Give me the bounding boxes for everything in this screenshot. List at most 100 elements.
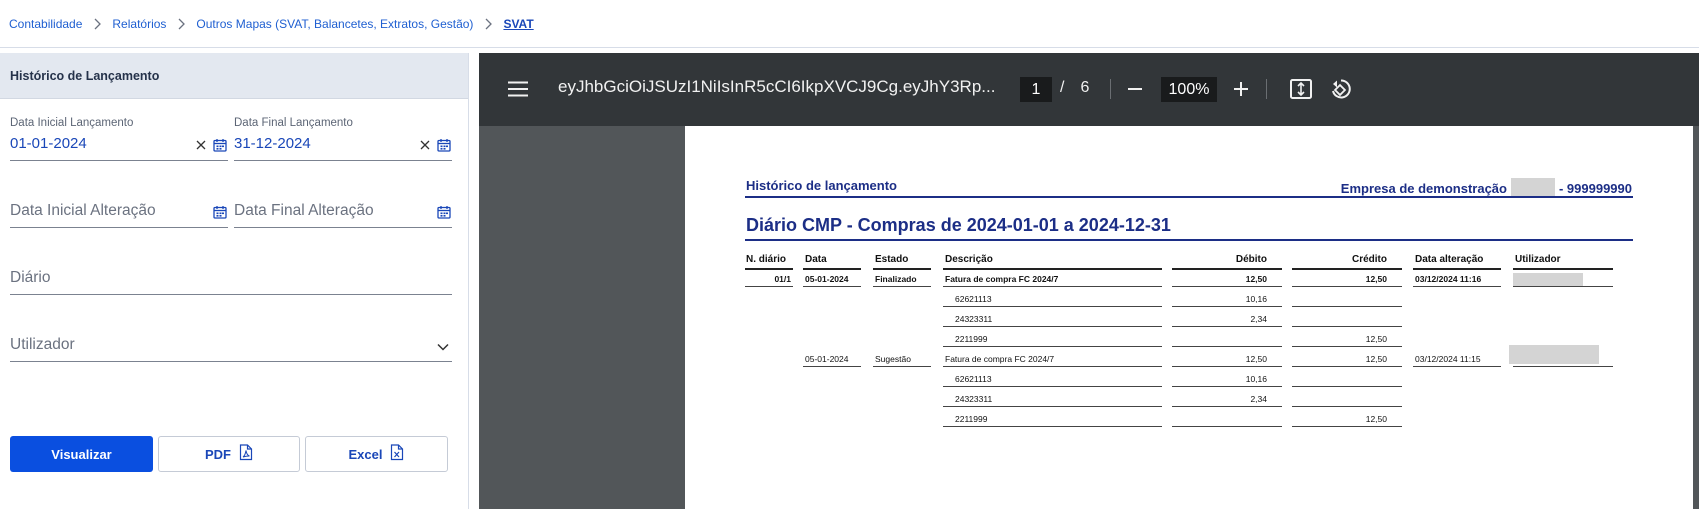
cell-data: 05-01-2024 bbox=[805, 354, 849, 364]
header-underline bbox=[745, 268, 793, 270]
excel-button[interactable]: Excel bbox=[305, 436, 448, 472]
header-underline bbox=[1413, 268, 1501, 270]
end-date-field[interactable]: Data Final Lançamento 31-12-2024 bbox=[234, 117, 452, 161]
visualizar-button[interactable]: Visualizar bbox=[10, 436, 153, 472]
report-title: Histórico de lançamento bbox=[746, 178, 897, 193]
page-separator: / bbox=[1060, 79, 1065, 96]
cell-credito: 12,50 bbox=[1365, 274, 1387, 284]
zoom-in-icon[interactable] bbox=[1231, 79, 1251, 99]
breadcrumb-relatorios[interactable]: Relatórios bbox=[112, 17, 166, 31]
cell-conta: 2211999 bbox=[955, 414, 988, 424]
page-number-input[interactable]: 1 bbox=[1020, 77, 1052, 102]
end-date-value[interactable]: 31-12-2024 bbox=[234, 135, 311, 152]
row-underline bbox=[1172, 426, 1282, 427]
row-underline bbox=[1292, 406, 1402, 407]
document-title: eyJhbGciOiJSUzI1NiIsInR5cCI6IkpXVCJ9Cg.e… bbox=[558, 77, 996, 96]
breadcrumb-svat[interactable]: SVAT bbox=[503, 17, 533, 31]
row-underline bbox=[1172, 346, 1282, 347]
calendar-icon[interactable] bbox=[436, 204, 452, 220]
end-date-label: Data Final Lançamento bbox=[234, 117, 353, 129]
row-underline bbox=[873, 286, 931, 287]
row-underline bbox=[1413, 366, 1501, 367]
row-underline bbox=[943, 306, 1162, 307]
redacted-user bbox=[1513, 273, 1583, 286]
cell-data-alteracao: 03/12/2024 11:15 bbox=[1415, 354, 1481, 364]
col-estado: Estado bbox=[875, 254, 909, 265]
col-credito: Crédito bbox=[1352, 254, 1387, 265]
row-underline bbox=[1172, 326, 1282, 327]
company-name: Empresa de demonstração bbox=[1340, 180, 1507, 196]
row-underline bbox=[1513, 286, 1613, 287]
row-underline bbox=[1292, 326, 1402, 327]
row-underline bbox=[803, 286, 861, 287]
row-underline bbox=[943, 366, 1162, 367]
fit-page-icon[interactable] bbox=[1290, 78, 1312, 100]
cell-debito: 2,34 bbox=[1250, 314, 1267, 324]
row-underline bbox=[943, 426, 1162, 427]
row-underline bbox=[1172, 406, 1282, 407]
calendar-icon[interactable] bbox=[212, 137, 228, 153]
filter-panel: Histórico de Lançamento Data Inicial Lan… bbox=[0, 53, 469, 509]
chevron-right-icon bbox=[82, 18, 112, 30]
cell-conta: 62621113 bbox=[955, 294, 992, 304]
chevron-right-icon bbox=[166, 18, 196, 30]
header-underline bbox=[803, 268, 861, 270]
calendar-icon[interactable] bbox=[436, 137, 452, 153]
zoom-out-icon[interactable] bbox=[1125, 79, 1145, 99]
cell-data-alteracao: 03/12/2024 11:16 bbox=[1415, 274, 1482, 284]
row-underline bbox=[1292, 346, 1402, 347]
start-change-date-placeholder: Data Inicial Alteração bbox=[10, 202, 156, 219]
pdf-page: Histórico de lançamento Empresa de demon… bbox=[685, 126, 1693, 509]
cell-credito: 12,50 bbox=[1365, 354, 1387, 364]
pdf-toolbar: eyJhbGciOiJSUzI1NiIsInR5cCI6IkpXVCJ9Cg.e… bbox=[479, 53, 1699, 126]
clear-icon[interactable] bbox=[195, 139, 207, 151]
start-date-field[interactable]: Data Inicial Lançamento 01-01-2024 bbox=[10, 117, 228, 161]
start-date-label: Data Inicial Lançamento bbox=[10, 117, 134, 129]
row-underline bbox=[803, 366, 861, 367]
calendar-icon[interactable] bbox=[212, 204, 228, 220]
start-date-value[interactable]: 01-01-2024 bbox=[10, 135, 87, 152]
cell-conta: 24323311 bbox=[955, 394, 993, 404]
cell-conta: 2211999 bbox=[955, 334, 988, 344]
col-utilizador: Utilizador bbox=[1515, 254, 1561, 265]
row-underline bbox=[1292, 366, 1402, 367]
end-change-date-placeholder: Data Final Alteração bbox=[234, 202, 374, 219]
field-underline bbox=[234, 227, 452, 228]
company-info: Empresa de demonstração - 999999990 bbox=[1341, 178, 1632, 198]
clear-icon[interactable] bbox=[419, 139, 431, 151]
menu-icon[interactable] bbox=[507, 79, 529, 99]
rotate-icon[interactable] bbox=[1330, 77, 1352, 101]
header-underline bbox=[1513, 268, 1613, 270]
cell-descricao: Fatura de compra FC 2024/7 bbox=[945, 274, 1059, 284]
cell-debito: 10,16 bbox=[1245, 374, 1267, 384]
row-underline bbox=[1513, 366, 1613, 367]
row-underline bbox=[943, 326, 1162, 327]
breadcrumb-outros-mapas[interactable]: Outros Mapas (SVAT, Balancetes, Extratos… bbox=[196, 17, 473, 31]
toolbar-divider bbox=[1110, 79, 1111, 99]
diario-field[interactable]: Diário bbox=[10, 264, 452, 295]
header-underline bbox=[1292, 268, 1402, 270]
cell-descricao: Fatura de compra FC 2024/7 bbox=[945, 354, 1055, 364]
col-descricao: Descrição bbox=[945, 254, 993, 265]
row-underline bbox=[1292, 426, 1402, 427]
end-change-date-field[interactable]: Data Final Alteração bbox=[234, 197, 452, 228]
header-underline bbox=[1172, 268, 1282, 270]
zoom-level-input[interactable]: 100% bbox=[1161, 77, 1217, 102]
field-underline bbox=[10, 361, 452, 362]
pdf-button[interactable]: PDF bbox=[158, 436, 300, 472]
excel-file-icon bbox=[390, 444, 404, 464]
panel-title: Histórico de Lançamento bbox=[0, 53, 468, 99]
breadcrumb: Contabilidade Relatórios Outros Mapas (S… bbox=[0, 0, 1699, 48]
chevron-down-icon[interactable] bbox=[436, 340, 450, 354]
col-n-diario: N. diário bbox=[746, 254, 787, 265]
pdf-viewer[interactable]: eyJhbGciOiJSUzI1NiIsInR5cCI6IkpXVCJ9Cg.e… bbox=[479, 53, 1699, 509]
toolbar-divider bbox=[1266, 79, 1267, 99]
cell-debito: 12,50 bbox=[1245, 274, 1267, 284]
start-change-date-field[interactable]: Data Inicial Alteração bbox=[10, 197, 228, 228]
utilizador-select[interactable]: Utilizador bbox=[10, 331, 452, 362]
cell-credito: 12,50 bbox=[1365, 414, 1387, 424]
breadcrumb-contabilidade[interactable]: Contabilidade bbox=[9, 17, 82, 31]
subtitle-rule bbox=[745, 239, 1633, 241]
row-underline bbox=[1413, 286, 1501, 287]
col-debito: Débito bbox=[1235, 254, 1267, 265]
